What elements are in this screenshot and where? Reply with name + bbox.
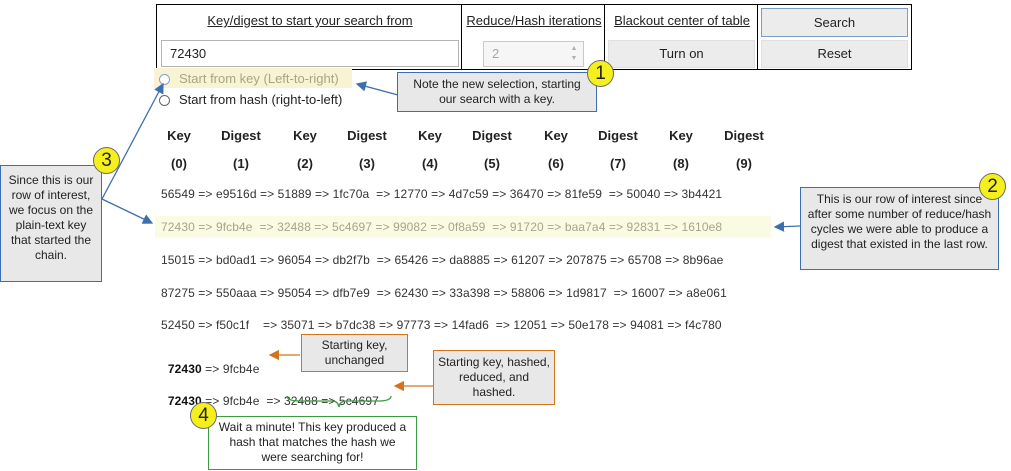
callout-3-box: Since this is our row of interest, we fo… [0,165,102,282]
callout-4-box: Wait a minute! This key produced a hash … [208,416,417,470]
callout-1-box: Note the new selection, starting our sea… [397,72,597,112]
match-brace [286,395,392,408]
starting-key-hashed-text: Starting key, hashed, reduced, and hashe… [438,355,550,399]
starting-key-hashed-box: Starting key, hashed, reduced, and hashe… [433,350,555,405]
callout-1-badge: 1 [587,60,614,87]
starting-key-unchanged-box: Starting key, unchanged [301,334,408,372]
callout-2-text: This is our row of interest since after … [807,192,992,251]
callout-2-arrow [773,221,801,232]
callout-1-arrow [355,81,399,96]
starting-key-unchanged-text: Starting key, unchanged [321,338,388,367]
callout-4-badge: 4 [190,402,217,429]
callout-4-text: Wait a minute! This key produced a hash … [218,420,407,464]
callout-3-text: Since this is our row of interest, we fo… [8,173,94,262]
callout-3-badge: 3 [93,147,120,174]
callout-3-arrow-row [101,198,154,224]
callout-1-text: Note the new selection, starting our sea… [413,77,581,106]
callout-2-box: This is our row of interest since after … [800,187,999,270]
callout-2-badge: 2 [979,173,1006,200]
callout-3-arrow-top [101,82,164,200]
